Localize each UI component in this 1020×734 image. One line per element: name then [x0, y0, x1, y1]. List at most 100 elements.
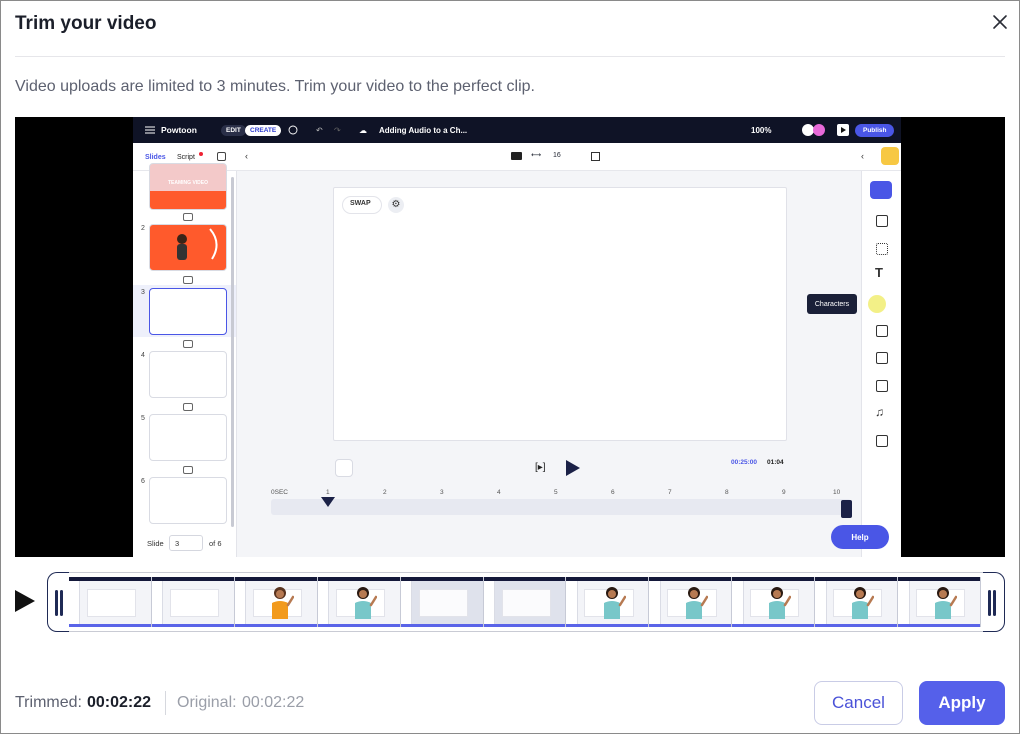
- help-circle-icon: [288, 117, 298, 143]
- close-button[interactable]: [987, 9, 1013, 35]
- ruler-tick: 4: [497, 489, 501, 496]
- slide-label: Slide: [147, 539, 164, 548]
- media-icon: [876, 380, 888, 392]
- ruler-tick: 6: [611, 489, 615, 496]
- close-icon: [993, 15, 1007, 29]
- magic-hat-icon: [876, 435, 888, 447]
- zoom-stepper-icon: [841, 500, 852, 518]
- tab-script: Script: [177, 154, 195, 161]
- ruler-tick: 3: [440, 489, 444, 496]
- slide-thumb-6: [149, 477, 227, 524]
- slide-number: 2: [141, 225, 145, 232]
- ruler-tick: 2: [383, 489, 387, 496]
- tab-slides: Slides: [145, 154, 166, 161]
- slide-thumb-4: [149, 351, 227, 398]
- timeline-ruler: [271, 499, 851, 515]
- duplicate-icon: [183, 340, 193, 348]
- duplicate-icon: [183, 466, 193, 474]
- trim-end-handle[interactable]: [983, 572, 1005, 632]
- title-divider: [15, 56, 1005, 57]
- duplicate-icon: [183, 213, 193, 221]
- character-avatar-icon: [881, 147, 899, 165]
- grip-icon: [60, 590, 63, 616]
- original-label: Original:: [177, 694, 237, 711]
- slide-total: of 6: [209, 539, 222, 548]
- aspect-value: 16: [553, 152, 561, 159]
- grip-icon: [988, 590, 991, 616]
- duplicate-icon: [183, 276, 193, 284]
- menu-icon: [145, 117, 155, 143]
- slide-number: 5: [141, 415, 145, 422]
- character-figure: [686, 587, 709, 619]
- mode-edit: EDIT: [221, 124, 246, 136]
- filmstrip-frame: [400, 577, 484, 627]
- slide-number: 3: [141, 289, 145, 296]
- trimmed-value: 00:02:22: [87, 694, 152, 711]
- ruler-tick: 8: [725, 489, 729, 496]
- camera-icon: [511, 152, 522, 160]
- ruler-tick: 1: [326, 489, 330, 496]
- character-figure: [354, 587, 377, 619]
- filmstrip-frame: [898, 577, 981, 627]
- mode-create: CREATE: [245, 124, 282, 136]
- trimmed-label: Trimmed:: [15, 694, 82, 711]
- filmstrip-frame: [815, 577, 899, 627]
- document-title: Adding Audio to a Ch...: [379, 125, 468, 135]
- slide-thumb-1: TEAMING VIDEO: [149, 163, 227, 210]
- filmstrip-frame: [566, 577, 650, 627]
- text-icon: T: [875, 265, 883, 280]
- dialog-subtitle: Video uploads are limited to 3 minutes. …: [15, 78, 535, 95]
- collapse-left-icon: ‹: [245, 151, 248, 161]
- add-slide-icon: [217, 152, 226, 161]
- ruler-tick: 9: [782, 489, 786, 496]
- filmstrip-frame: [69, 577, 152, 627]
- swap-label: SWAP: [350, 200, 371, 207]
- filmstrip-frame: [151, 577, 235, 627]
- ruler-start: 0SEC: [271, 489, 288, 496]
- characters-tooltip: Characters: [807, 294, 857, 314]
- playhead-icon: [321, 497, 335, 507]
- props-icon: [876, 325, 888, 337]
- help-button: Help: [831, 525, 889, 549]
- filmstrip-frame: [483, 577, 567, 627]
- apply-button[interactable]: Apply: [919, 681, 1005, 725]
- gear-icon: ⚙: [388, 197, 404, 213]
- character-figure: [603, 587, 626, 619]
- brand-name: Powtoon: [161, 125, 197, 135]
- canvas-play-icon: [566, 460, 580, 476]
- preview-topbar: Powtoon EDIT CREATE ↶ ↷ ☁ Adding Audio t…: [133, 117, 901, 143]
- background-icon: [876, 243, 888, 255]
- filmstrip-frame: [649, 577, 733, 627]
- original-value: 00:02:22: [242, 694, 305, 711]
- undo-icon: ↶: [316, 125, 323, 135]
- video-preview: Powtoon EDIT CREATE ↶ ↷ ☁ Adding Audio t…: [15, 117, 1005, 557]
- trim-bracket-icon: [▸]: [535, 462, 546, 473]
- slide-canvas: SWAP ⚙: [333, 187, 787, 441]
- zoom-value: 100%: [751, 125, 772, 135]
- time-current: 00:25:00: [731, 459, 758, 466]
- collapse-right-icon: ‹: [861, 151, 864, 161]
- grip-icon: [55, 590, 58, 616]
- cancel-button[interactable]: Cancel: [814, 681, 903, 725]
- duplicate-icon: [183, 403, 193, 411]
- redo-icon: ↷: [334, 125, 341, 135]
- slide-thumb-2: [149, 224, 227, 271]
- slide-number: 6: [141, 478, 145, 485]
- video-frame: Powtoon EDIT CREATE ↶ ↷ ☁ Adding Audio t…: [133, 117, 901, 557]
- play-button[interactable]: [13, 588, 39, 616]
- aspect-icon: ⟷: [531, 152, 542, 159]
- slides-panel: TEAMING VIDEO 2 3 4 5 6 Slide 3 of 6: [133, 163, 237, 557]
- trim-start-handle[interactable]: [47, 572, 69, 632]
- grid-icon: [591, 152, 600, 161]
- filmstrip-frame: [234, 577, 318, 627]
- footer-divider: [165, 691, 166, 715]
- avatar: [801, 117, 831, 143]
- preview-subbar: Slides Script ‹ ⟷ 16 ‹: [133, 143, 901, 171]
- ruler-tick: 5: [554, 489, 558, 496]
- trim-video-dialog: Trim your video Video uploads are limite…: [0, 0, 1020, 734]
- publish-button: Publish: [855, 123, 895, 137]
- ruler-tick: 10: [833, 489, 841, 496]
- shapes-icon: [876, 352, 888, 364]
- slide-thumb-5: [149, 414, 227, 461]
- filmstrip-frame: [317, 577, 401, 627]
